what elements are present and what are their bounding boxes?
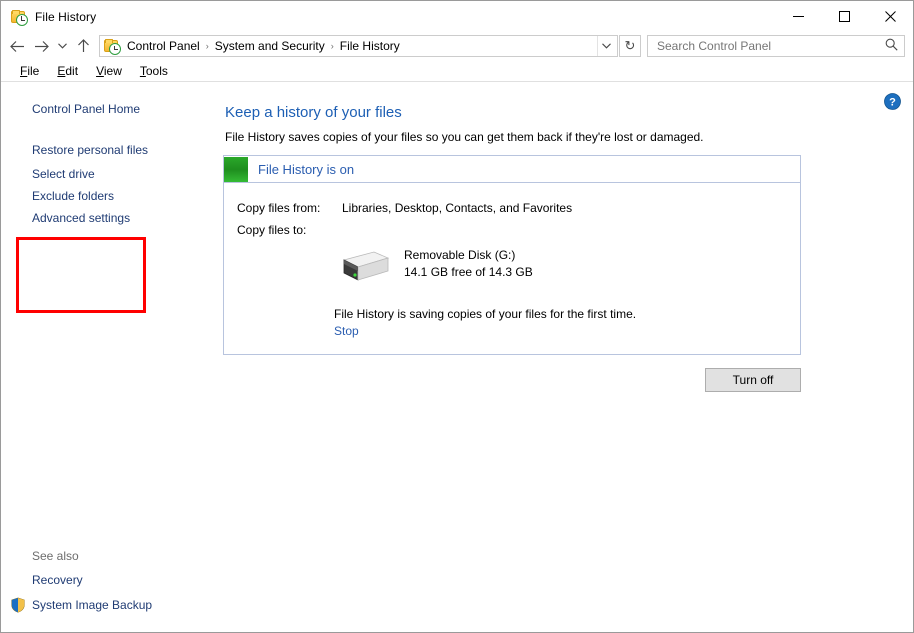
breadcrumb-separator: ›	[205, 41, 209, 51]
see-also-section: See also Recovery System Image Backup	[1, 546, 223, 632]
sidebar-item-label: System Image Backup	[32, 598, 153, 612]
breadcrumb-chevron-down-icon[interactable]	[597, 36, 615, 56]
menu-item-tools[interactable]: Tools	[131, 62, 177, 80]
menu-item-file[interactable]: File	[11, 62, 48, 80]
shield-icon	[10, 597, 26, 613]
refresh-glyph: ↻	[624, 38, 636, 53]
breadcrumb-item-control-panel[interactable]: Control Panel	[123, 38, 204, 54]
maximize-icon[interactable]	[821, 1, 867, 32]
file-history-status-panel: File History is on Copy files from: Libr…	[223, 155, 801, 355]
copy-files-from-value: Libraries, Desktop, Contacts, and Favori…	[342, 201, 573, 215]
highlight-annotation-box	[16, 237, 146, 313]
turn-off-button[interactable]: Turn off	[705, 368, 801, 392]
file-history-icon	[11, 9, 28, 26]
menu-rest-edit: dit	[65, 63, 79, 78]
breadcrumb-item-system-and-security[interactable]: System and Security	[211, 38, 329, 54]
refresh-icon[interactable]: ↻	[619, 35, 641, 57]
sidebar-item-restore-personal-files[interactable]: Restore personal files	[1, 139, 223, 161]
action-row: Turn off	[223, 368, 801, 392]
breadcrumb[interactable]: Control Panel › System and Security › Fi…	[99, 35, 618, 57]
see-also-title: See also	[32, 549, 79, 563]
menu-bar: File Edit View Tools	[1, 60, 913, 82]
breadcrumb-item-file-history[interactable]: File History	[336, 38, 404, 54]
progress-status-text: File History is saving copies of your fi…	[334, 307, 637, 321]
status-header: File History is on	[224, 156, 800, 183]
minimize-icon[interactable]	[775, 1, 821, 32]
status-body: Copy files from: Libraries, Desktop, Con…	[224, 183, 800, 354]
window-controls	[775, 1, 913, 32]
copy-files-to-label: Copy files to:	[237, 223, 307, 237]
menu-accel-view: V	[96, 63, 104, 78]
help-icon[interactable]: ?	[884, 93, 901, 110]
sidebar: Control Panel Home Restore personal file…	[1, 82, 223, 632]
menu-item-edit[interactable]: Edit	[48, 62, 87, 80]
status-on-swatch	[224, 156, 248, 182]
progress-block: File History is saving copies of your fi…	[224, 306, 800, 340]
search-input[interactable]	[647, 35, 905, 57]
file-history-window: File History Control Panel › System and …	[0, 0, 914, 633]
menu-rest-file: ile	[27, 63, 40, 78]
sidebar-item-control-panel-home[interactable]: Control Panel Home	[1, 98, 223, 120]
title-bar: File History	[1, 1, 913, 32]
drive-info: Removable Disk (G:) 14.1 GB free of 14.3…	[390, 246, 533, 281]
window-title: File History	[35, 9, 97, 24]
main-content: ? Keep a history of your files File Hist…	[223, 82, 913, 632]
page-subtitle: File History saves copies of your files …	[225, 130, 704, 144]
address-bar: Control Panel › System and Security › Fi…	[1, 32, 913, 60]
close-icon[interactable]	[867, 1, 913, 32]
sidebar-item-exclude-folders[interactable]: Exclude folders	[1, 185, 223, 207]
search-input-field[interactable]	[655, 38, 885, 54]
svg-text:?: ?	[889, 96, 896, 108]
menu-rest-tools: ools	[145, 63, 168, 78]
status-badge: File History is on	[258, 161, 355, 177]
drive-free-space: 14.1 GB free of 14.3 GB	[404, 265, 533, 279]
copy-files-from-label: Copy files from:	[237, 201, 321, 215]
breadcrumb-separator: ›	[330, 41, 334, 51]
sidebar-item-select-drive[interactable]: Select drive	[1, 163, 223, 185]
forward-arrow-icon[interactable]	[29, 34, 53, 58]
breadcrumb-file-history-icon	[104, 38, 121, 55]
copy-files-to-row: Copy files to:	[224, 219, 800, 241]
sidebar-item-advanced-settings[interactable]: Advanced settings	[1, 207, 223, 229]
menu-item-view[interactable]: View	[87, 62, 131, 80]
target-drive-block: Removable Disk (G:) 14.1 GB free of 14.3…	[224, 246, 800, 288]
copy-files-from-row: Copy files from: Libraries, Desktop, Con…	[224, 197, 800, 219]
search-icon[interactable]	[885, 38, 900, 54]
external-drive-icon	[334, 246, 390, 288]
back-arrow-icon[interactable]	[5, 34, 29, 58]
sidebar-item-system-image-backup[interactable]: System Image Backup	[1, 592, 223, 618]
page-title: Keep a history of your files	[225, 104, 402, 121]
up-arrow-icon[interactable]	[71, 34, 95, 58]
drive-name: Removable Disk (G:)	[404, 248, 516, 262]
recent-locations-chevron-down-icon[interactable]	[53, 34, 71, 58]
stop-link[interactable]: Stop	[334, 323, 359, 339]
sidebar-item-recovery[interactable]: Recovery	[1, 568, 223, 592]
window-body: Control Panel Home Restore personal file…	[1, 82, 913, 632]
menu-rest-view: iew	[103, 63, 122, 78]
